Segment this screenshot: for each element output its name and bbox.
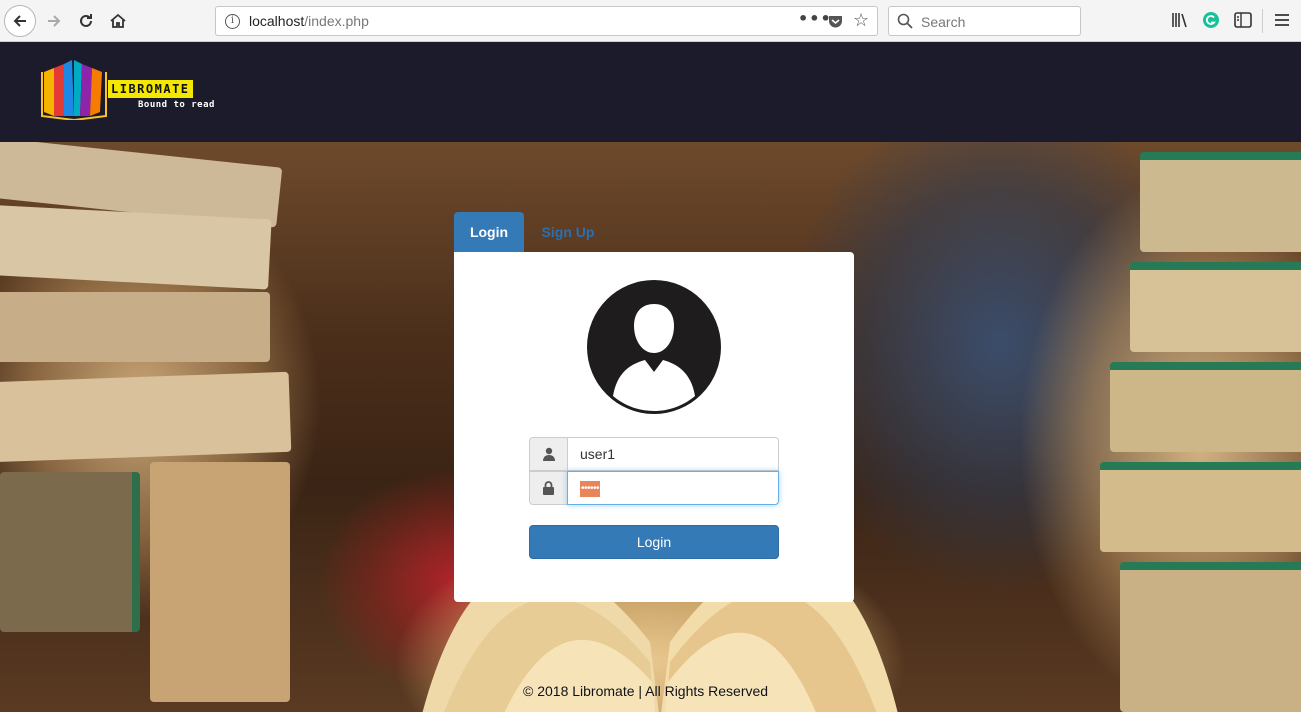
library-icon[interactable] [1169, 9, 1191, 31]
username-group: user1 [529, 437, 779, 471]
browser-toolbar: i localhost/index.php ••• ☆ Search [0, 0, 1301, 42]
password-mask: •••••• [580, 481, 601, 498]
home-icon [110, 13, 126, 28]
logo-tagline: Bound to read [138, 100, 215, 110]
password-group: •••••• [529, 471, 779, 505]
book-decoration [1140, 152, 1301, 252]
arrow-left-icon [13, 15, 26, 27]
site-header: LIBROMATE Bound to read [0, 42, 1301, 142]
book-decoration [1120, 562, 1301, 712]
address-bar[interactable]: i localhost/index.php ••• ☆ [215, 6, 878, 36]
arrow-right-icon [48, 15, 61, 27]
login-button[interactable]: Login [529, 525, 779, 559]
password-addon [529, 471, 568, 505]
reload-icon [80, 14, 92, 27]
user-icon [542, 447, 555, 461]
password-input[interactable]: •••••• [567, 471, 779, 505]
user-avatar-icon [587, 280, 721, 414]
login-panel: user1 •••••• Login [454, 252, 854, 602]
search-icon [897, 13, 913, 29]
info-icon[interactable]: i [225, 14, 240, 29]
lock-icon [543, 481, 554, 495]
forward-button[interactable] [42, 9, 66, 33]
username-addon [529, 437, 568, 471]
home-button[interactable] [106, 9, 130, 33]
sidebar-icon[interactable] [1232, 9, 1254, 31]
bookmark-star-icon[interactable]: ☆ [853, 10, 869, 31]
book-decoration [1100, 462, 1301, 552]
grammarly-icon[interactable] [1200, 9, 1222, 31]
url-path: /index.php [304, 13, 369, 29]
book-decoration [1110, 362, 1301, 452]
book-decoration [150, 462, 290, 702]
back-button[interactable] [4, 5, 36, 37]
search-placeholder: Search [921, 14, 966, 30]
toolbar-separator [1262, 9, 1263, 33]
tab-sign-up[interactable]: Sign Up [530, 212, 606, 252]
footer-copyright: © 2018 Libromate | All Rights Reserved [523, 683, 769, 699]
book-decoration [0, 371, 292, 463]
book-decoration [0, 292, 270, 362]
book-decoration [0, 204, 272, 290]
pocket-icon[interactable] [828, 15, 843, 28]
url-host: localhost [249, 13, 305, 29]
url-text: localhost/index.php [249, 13, 369, 29]
tab-login[interactable]: Login [454, 212, 524, 252]
book-decoration [0, 472, 140, 632]
username-input[interactable]: user1 [567, 437, 779, 471]
reload-button[interactable] [74, 9, 98, 33]
logo-name: LIBROMATE [108, 80, 193, 98]
book-decoration [1130, 262, 1301, 352]
hamburger-menu-icon[interactable] [1271, 9, 1293, 31]
logo-books-icon[interactable] [40, 60, 108, 120]
page-actions-icon[interactable]: ••• [798, 9, 832, 28]
search-input[interactable]: Search [888, 6, 1081, 36]
